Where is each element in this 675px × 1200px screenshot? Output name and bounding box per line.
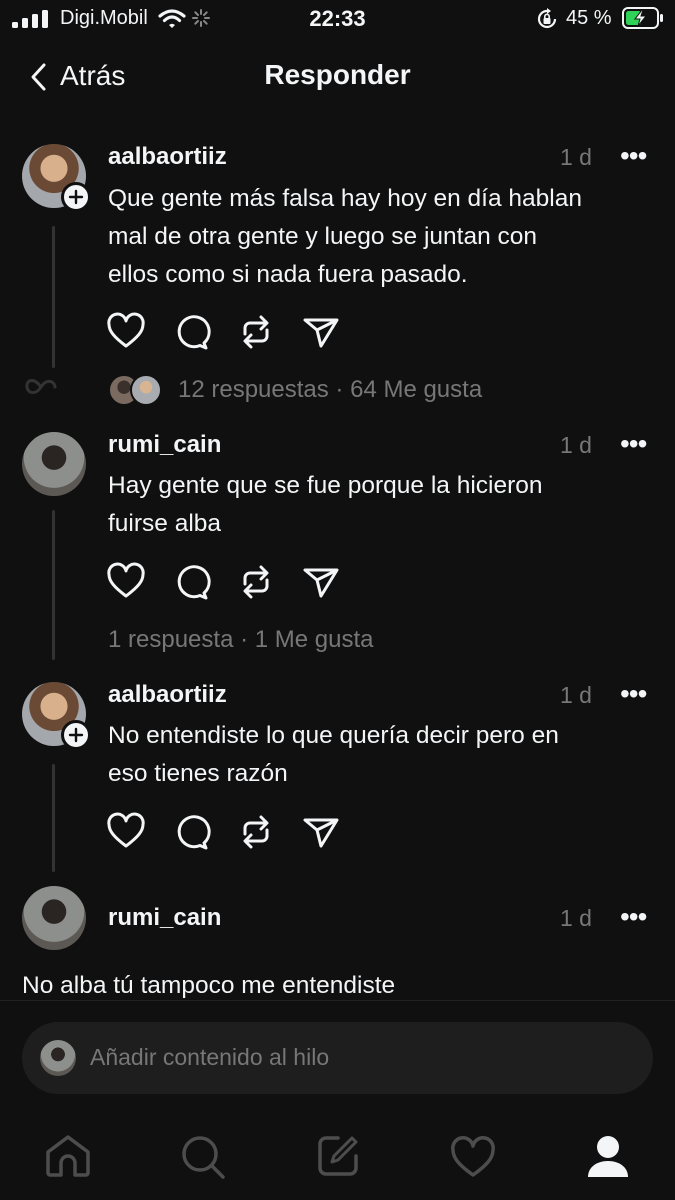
username[interactable]: aalbaortiiz	[108, 143, 227, 171]
plus-icon	[68, 727, 84, 743]
username[interactable]: aalbaortiiz	[108, 681, 227, 709]
post-time: 1 d	[560, 905, 592, 931]
battery-charging-icon	[622, 7, 663, 29]
repost-icon[interactable]	[236, 562, 276, 602]
home-icon[interactable]	[44, 1134, 92, 1178]
post-time: 1 d	[560, 682, 592, 708]
post-text-line: No entendiste lo que quería decir pero e…	[108, 722, 559, 749]
post-stats[interactable]: 12 respuestas · 64 Me gusta	[178, 376, 482, 404]
action-bar	[106, 562, 346, 602]
plus-icon	[68, 189, 84, 205]
compose-icon[interactable]	[316, 1134, 360, 1178]
post-text: Que gente más falsa hay hoy en día habla…	[108, 180, 648, 294]
post-text-line: eso tienes razón	[108, 760, 288, 787]
avatar[interactable]	[22, 886, 86, 950]
composer-placeholder[interactable]: Añadir contenido al hilo	[90, 1044, 329, 1071]
battery-percentage: 45 %	[566, 7, 612, 29]
comment-icon[interactable]	[171, 812, 211, 852]
more-icon[interactable]: •••	[620, 678, 647, 710]
post-stats[interactable]: 1 respuesta · 1 Me gusta	[108, 626, 373, 654]
post-text-line: Hay gente que se fue porque la hicieron	[108, 472, 543, 499]
more-icon[interactable]: •••	[620, 428, 647, 460]
heart-icon[interactable]	[106, 312, 146, 352]
action-bar	[106, 312, 346, 352]
post-text: No entendiste lo que quería decir pero e…	[108, 717, 648, 793]
send-icon[interactable]	[301, 812, 341, 852]
page-title: Responder	[264, 59, 411, 90]
post-text: Hay gente que se fue porque la hicieron …	[108, 467, 648, 543]
thread-line	[52, 226, 55, 368]
post-text-line: fuirse alba	[108, 510, 222, 537]
profile-icon[interactable]	[585, 1134, 631, 1180]
divider	[0, 1000, 675, 1001]
orientation-lock-icon	[537, 8, 557, 29]
more-icon[interactable]: •••	[620, 901, 647, 933]
send-icon[interactable]	[301, 312, 341, 352]
repost-icon[interactable]	[236, 812, 276, 852]
repost-icon[interactable]	[236, 312, 276, 352]
avatar	[130, 374, 162, 406]
avatar[interactable]	[22, 432, 86, 496]
avatar	[40, 1040, 76, 1076]
thread-line	[52, 510, 55, 660]
heart-icon[interactable]	[106, 562, 146, 602]
thread-line	[52, 764, 55, 872]
post-text-line: Que gente más falsa hay hoy en día habla…	[108, 185, 582, 212]
post-time: 1 d	[560, 144, 592, 170]
send-icon[interactable]	[301, 562, 341, 602]
search-icon[interactable]	[180, 1134, 226, 1180]
replier-avatars[interactable]	[108, 374, 162, 406]
comment-icon[interactable]	[171, 562, 211, 602]
heart-icon[interactable]	[106, 812, 146, 852]
username[interactable]: rumi_cain	[108, 431, 221, 459]
comment-icon[interactable]	[171, 312, 211, 352]
thread-loop-icon	[25, 379, 57, 395]
post-text-line: mal de otra gente y luego se juntan con	[108, 223, 538, 250]
follow-button[interactable]	[61, 720, 91, 750]
username[interactable]: rumi_cain	[108, 904, 221, 932]
follow-button[interactable]	[61, 182, 91, 212]
more-icon[interactable]: •••	[620, 140, 647, 172]
post-text-line: ellos como si nada fuera pasado.	[108, 261, 468, 288]
heart-icon[interactable]	[450, 1136, 496, 1178]
action-bar	[106, 812, 346, 852]
post-time: 1 d	[560, 432, 592, 458]
